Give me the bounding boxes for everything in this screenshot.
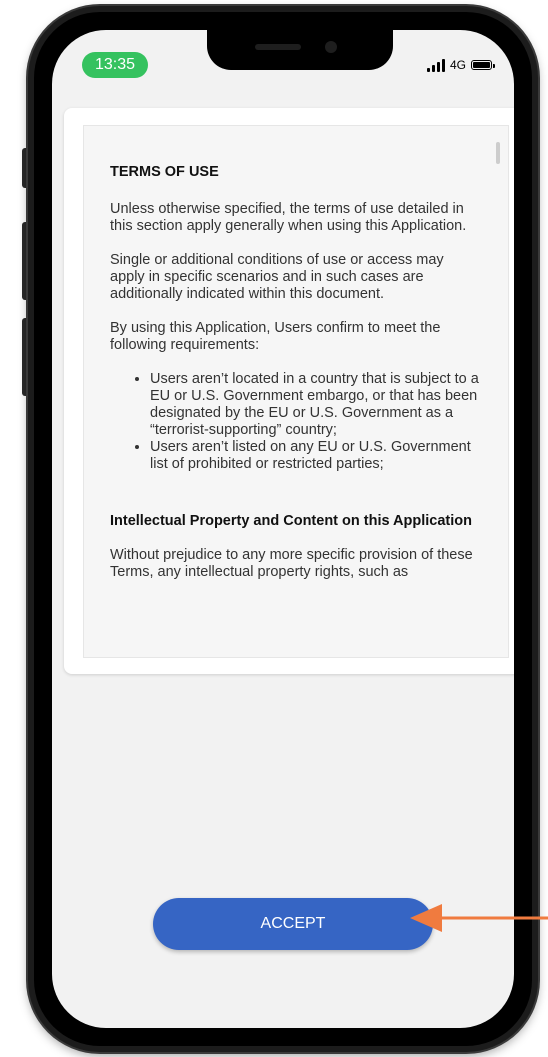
annotation-arrow-icon bbox=[410, 904, 548, 932]
